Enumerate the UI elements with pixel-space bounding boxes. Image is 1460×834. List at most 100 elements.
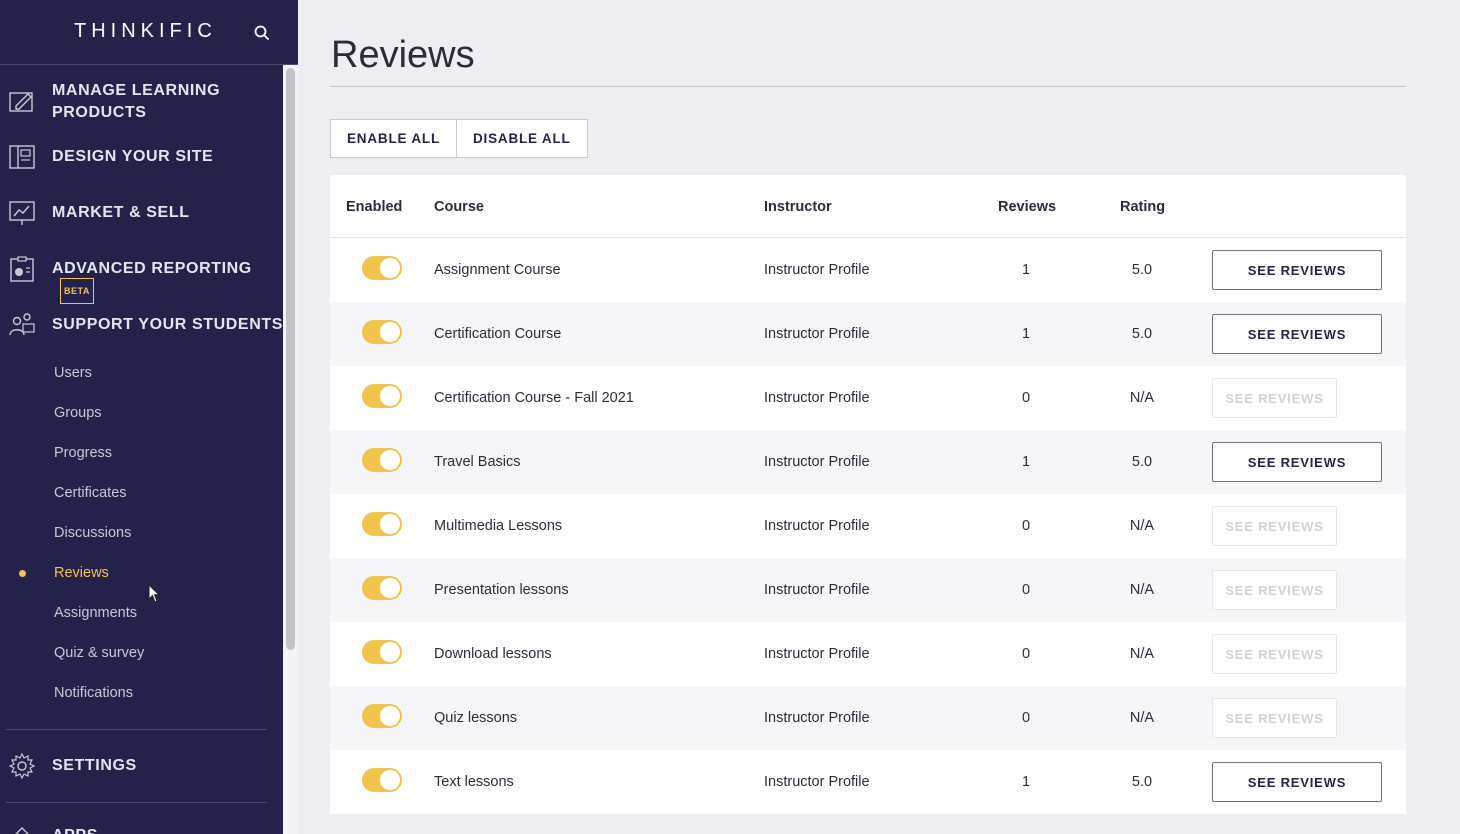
toggle-knob	[380, 514, 400, 534]
sidebar-item-quiz-survey[interactable]: Quiz & survey	[54, 645, 144, 661]
nav-advanced-reporting[interactable]: ADVANCED REPORTINGBETA	[0, 256, 283, 304]
nav-support-your-students[interactable]: SUPPORT YOUR STUDENTS	[0, 313, 283, 337]
scroll-thumb[interactable]	[286, 68, 295, 650]
see-reviews-button[interactable]: SEE REVIEWS	[1212, 570, 1337, 610]
instructor-name: Instructor Profile	[764, 262, 870, 278]
divider	[6, 802, 267, 803]
header-reviews: Reviews	[998, 199, 1057, 215]
enabled-toggle[interactable]	[362, 576, 402, 600]
sidebar-item-assignments[interactable]: Assignments	[54, 605, 137, 621]
review-count: 0	[1021, 390, 1031, 406]
review-count: 1	[1021, 326, 1031, 342]
see-reviews-button[interactable]: SEE REVIEWS	[1212, 314, 1382, 354]
page-title: Reviews	[331, 34, 475, 76]
sidebar-item-notifications[interactable]: Notifications	[54, 685, 133, 701]
table-row: Multimedia Lessons Instructor Profile 0 N/A…	[330, 494, 1406, 558]
rating-value: N/A	[1129, 390, 1155, 406]
see-reviews-button[interactable]: SEE REVIEWS	[1212, 506, 1337, 546]
toggle-knob	[380, 770, 400, 790]
students-icon	[9, 313, 35, 336]
header-rating: Rating	[1120, 199, 1166, 215]
review-count: 1	[1021, 262, 1031, 278]
search-icon[interactable]	[252, 23, 272, 43]
instructor-name: Instructor Profile	[764, 390, 870, 406]
nav-label: DESIGN YOUR SITE	[52, 148, 214, 165]
thinkific-logo[interactable]: THINKIFIC	[74, 20, 217, 43]
course-name: Certification Course	[434, 326, 562, 342]
toggle-knob	[380, 322, 400, 342]
nav-settings[interactable]: SETTINGS	[0, 752, 283, 780]
enabled-toggle[interactable]	[362, 704, 402, 728]
rating-value: N/A	[1129, 582, 1155, 598]
sidebar-item-users[interactable]: Users	[54, 365, 92, 381]
enabled-toggle[interactable]	[362, 384, 402, 408]
see-reviews-button[interactable]: SEE REVIEWS	[1212, 442, 1382, 482]
nav-label: APPS	[52, 825, 98, 834]
enabled-toggle[interactable]	[362, 768, 402, 792]
table-row: Text lessons Instructor Profile 1 5.0 SEE RE…	[330, 750, 1406, 814]
toggle-knob	[380, 706, 400, 726]
bulk-actions: ENABLE ALL DISABLE ALL	[330, 119, 588, 158]
sidebar-scrollbar[interactable]	[283, 65, 298, 834]
toggle-knob	[380, 386, 400, 406]
beta-badge: BETA	[60, 278, 94, 304]
instructor-name: Instructor Profile	[764, 326, 870, 342]
nav-apps[interactable]: APPS	[0, 822, 283, 834]
course-name: Travel Basics	[434, 454, 521, 470]
enabled-toggle[interactable]	[362, 448, 402, 472]
instructor-name: Instructor Profile	[764, 518, 870, 534]
sidebar-item-discussions[interactable]: Discussions	[54, 525, 131, 541]
see-reviews-button[interactable]: SEE REVIEWS	[1212, 698, 1337, 738]
gear-icon	[8, 752, 36, 780]
course-name: Download lessons	[434, 646, 552, 662]
reviews-table: Enabled Course Instructor Reviews Rating…	[330, 175, 1406, 814]
rating-value: 5.0	[1131, 454, 1153, 470]
instructor-name: Instructor Profile	[764, 454, 870, 470]
nav-label-wrap: ADVANCED REPORTINGBETA	[52, 258, 283, 306]
rating-value: N/A	[1129, 646, 1155, 662]
rating-value: 5.0	[1131, 774, 1153, 790]
enable-all-button[interactable]: ENABLE ALL	[330, 119, 457, 158]
disable-all-button[interactable]: DISABLE ALL	[457, 119, 588, 158]
sidebar-item-groups[interactable]: Groups	[54, 405, 102, 421]
nav-label: ADVANCED REPORTING	[52, 260, 252, 277]
nav-design-your-site[interactable]: DESIGN YOUR SITE	[0, 145, 283, 169]
nav-manage-learning-products[interactable]: MANAGE LEARNING PRODUCTS	[0, 78, 283, 126]
enabled-toggle[interactable]	[362, 256, 402, 280]
title-divider	[330, 86, 1406, 87]
see-reviews-button[interactable]: SEE REVIEWS	[1212, 634, 1337, 674]
see-reviews-button[interactable]: SEE REVIEWS	[1212, 378, 1337, 418]
instructor-name: Instructor Profile	[764, 646, 870, 662]
sidebar: THINKIFIC MANAGE LEARNING PRODUCTS DESIG…	[0, 0, 298, 834]
rating-value: N/A	[1129, 518, 1155, 534]
instructor-name: Instructor Profile	[764, 774, 870, 790]
table-row: Assignment Course Instructor Profile 1 5.0 S…	[330, 238, 1406, 302]
enabled-toggle[interactable]	[362, 320, 402, 344]
edit-icon	[9, 92, 33, 112]
enabled-toggle[interactable]	[362, 512, 402, 536]
header-instructor: Instructor	[764, 199, 832, 215]
layout-icon	[9, 145, 35, 169]
enabled-toggle[interactable]	[362, 640, 402, 664]
nav-market-sell[interactable]: MARKET & SELL	[0, 201, 283, 225]
nav-label: MARKET & SELL	[52, 204, 190, 221]
rating-value: 5.0	[1131, 262, 1153, 278]
report-icon	[10, 256, 34, 282]
sidebar-item-progress[interactable]: Progress	[54, 445, 112, 461]
toggle-knob	[380, 578, 400, 598]
header-enabled: Enabled	[346, 199, 403, 215]
table-row: Certification Course Instructor Profile 1 5…	[330, 302, 1406, 366]
nav-label: MANAGE LEARNING PRODUCTS	[52, 82, 221, 121]
course-name: Quiz lessons	[434, 710, 518, 726]
apps-icon	[15, 827, 29, 834]
see-reviews-button[interactable]: SEE REVIEWS	[1212, 762, 1382, 802]
rating-value: N/A	[1129, 710, 1155, 726]
sidebar-item-reviews[interactable]: Reviews	[54, 565, 109, 581]
header-course: Course	[434, 199, 484, 215]
sidebar-item-certificates[interactable]: Certificates	[54, 485, 127, 501]
review-count: 0	[1021, 518, 1031, 534]
table-row: Quiz lessons Instructor Profile 0 N/A SEE RE…	[330, 686, 1406, 750]
table-row: Travel Basics Instructor Profile 1 5.0 SEE R…	[330, 430, 1406, 494]
see-reviews-button[interactable]: SEE REVIEWS	[1212, 250, 1382, 290]
table-header: Enabled Course Instructor Reviews Rating	[330, 175, 1406, 238]
